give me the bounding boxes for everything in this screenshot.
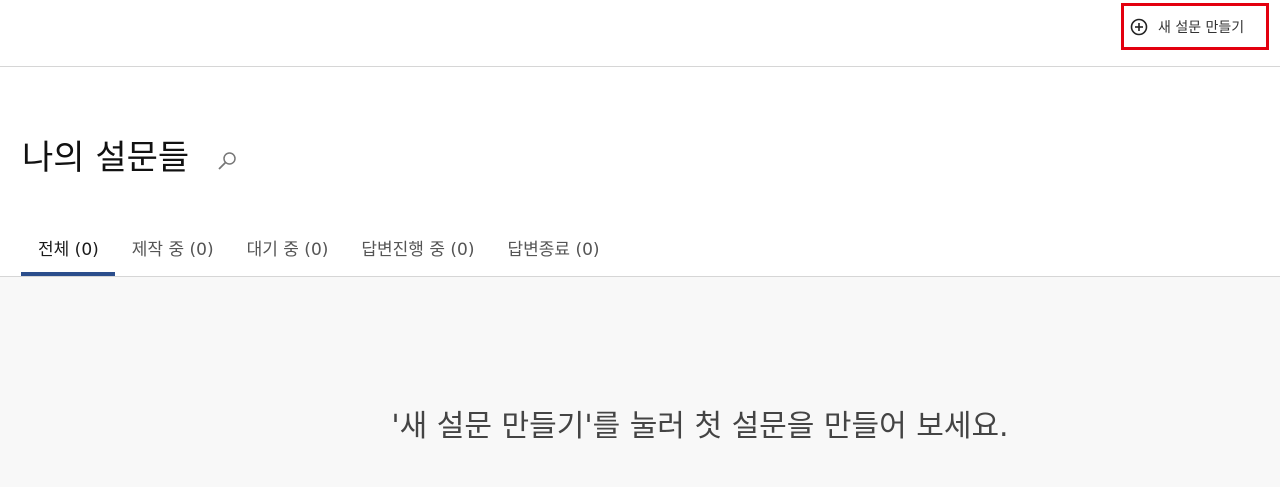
plus-circle-icon [1130,18,1148,36]
survey-list-area: '새 설문 만들기'를 눌러 첫 설문을 만들어 보세요. [0,277,1280,487]
tab-closed[interactable]: 답변종료 (0) [490,218,615,276]
tab-label: 대기 중 (0) [246,239,329,260]
tab-label: 제작 중 (0) [131,239,214,260]
title-row: 나의 설문들 [22,134,239,182]
tab-responding[interactable]: 답변진행 중 (0) [344,218,490,276]
top-bar: 새 설문 만들기 [0,0,1280,67]
tab-all[interactable]: 전체 (0) [21,218,115,276]
tab-label: 답변진행 중 (0) [361,239,475,260]
page-title: 나의 설문들 [22,138,190,178]
search-icon[interactable] [215,149,239,173]
create-survey-label: 새 설문 만들기 [1158,19,1245,36]
create-survey-button[interactable]: 새 설문 만들기 [1121,3,1269,50]
tab-pending[interactable]: 대기 중 (0) [230,218,345,276]
tab-in-progress[interactable]: 제작 중 (0) [115,218,230,276]
empty-state-message: '새 설문 만들기'를 눌러 첫 설문을 만들어 보세요. [391,409,1009,444]
survey-status-tabs: 전체 (0) 제작 중 (0) 대기 중 (0) 답변진행 중 (0) 답변종료… [21,218,616,276]
tab-label: 전체 (0) [38,239,99,260]
tab-label: 답변종료 (0) [507,239,600,260]
